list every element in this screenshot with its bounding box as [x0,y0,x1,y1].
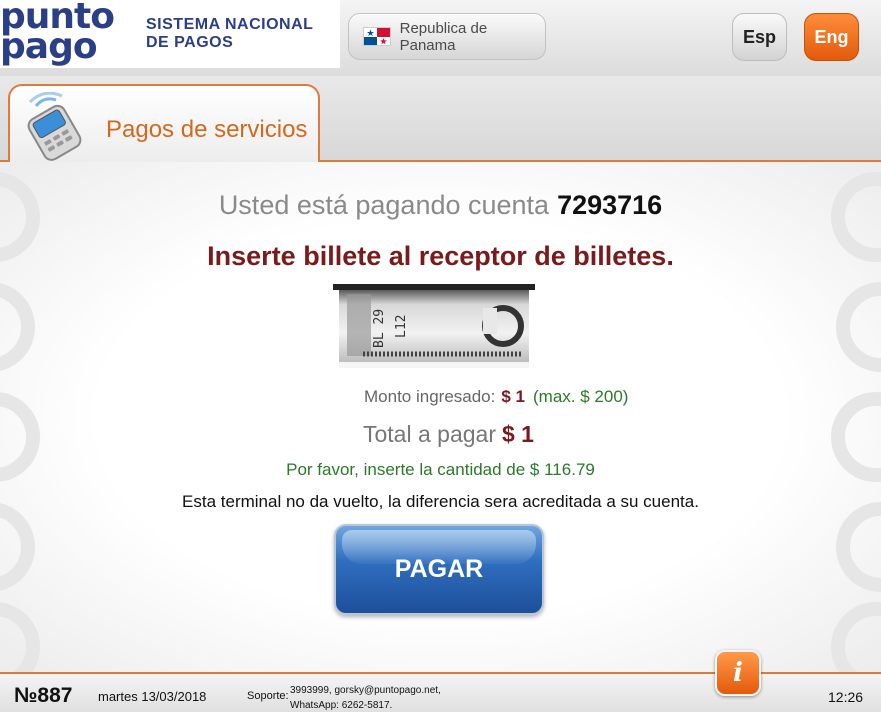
tab-label: Pagos de servicios [106,116,308,143]
pay-button[interactable]: PAGAR [334,524,544,615]
country-label: Republica de Panama [399,19,488,54]
country-button[interactable]: Republica de Panama [348,13,546,60]
current-date: martes 13/03/2018 [98,689,207,704]
support-label: Soporte: [247,690,289,702]
support-line-1: 3993999, gorsky@puntopago.net, [290,685,441,696]
amount-value: $ 1 [501,387,526,406]
mobile-phone-icon [27,92,82,161]
support-contact: 3993999, gorsky@puntopago.net, WhatsApp:… [290,683,441,712]
tab-bar: Pagos de servicios [0,76,881,164]
total-to-pay: Total a pagar $ 1 [363,421,534,448]
paying-prefix: Usted está pagando cuenta [218,190,550,220]
bill-code-text: L12 [394,315,409,338]
system-title-line-1: SISTEMA NACIONAL [146,16,314,33]
account-number: 7293716 [557,190,663,220]
support-line-2: WhatsApp: 6262-5817. [290,700,393,711]
total-value: $ 1 [501,421,534,447]
banknote-icon: BL 29 L12 [333,284,535,368]
no-change-note: Esta terminal no da vuelto, la diferenci… [182,492,699,511]
paying-account-text: Usted está pagando cuenta 7293716 [0,190,881,221]
tab-pagos-de-servicios[interactable]: Pagos de servicios [8,84,320,164]
decorative-right-border [821,162,881,672]
pay-button-label: PAGAR [394,555,484,583]
puntopago-logo: punto pago [0,0,125,65]
header-bar: punto pago SISTEMA NACIONAL DE PAGOS Rep… [0,0,881,76]
terminal-number: №887 [14,684,73,707]
panama-flag-icon [363,27,391,46]
info-button[interactable]: i [715,650,761,696]
language-eng-button[interactable]: Eng [804,13,859,61]
amount-label: Monto ingresado: [364,387,496,406]
language-esp-button[interactable]: Esp [732,13,787,61]
decorative-left-border [0,162,60,672]
amount-max: (max. $ 200) [533,387,629,406]
current-time: 12:26 [828,689,864,705]
bill-serial-text: BL 29 [372,309,387,348]
total-label: Total a pagar [363,421,496,447]
insert-bill-instruction: Inserte billete al receptor de billetes. [207,241,674,271]
system-title-line-2: DE PAGOS [146,34,234,51]
amount-entered: Monto ingresado: $ 1 (max. $ 200) [364,387,628,407]
system-title: SISTEMA NACIONAL DE PAGOS [146,16,313,52]
logo-area: punto pago SISTEMA NACIONAL DE PAGOS [0,0,340,68]
insert-amount-message: Por favor, inserte la cantidad de $ 116.… [286,460,595,479]
